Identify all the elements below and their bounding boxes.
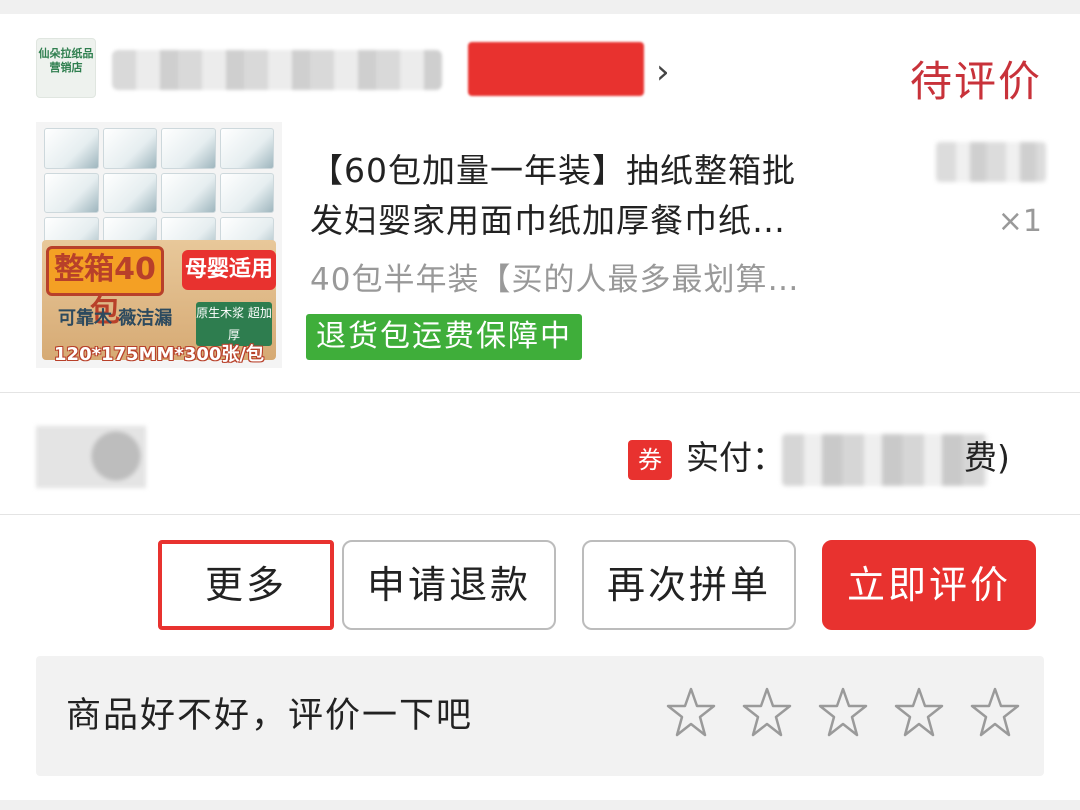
divider [0,392,1080,393]
shop-name-redacted[interactable] [112,50,442,90]
image-badge-main: 整箱40包 [46,246,164,329]
order-status: 待评价 [909,57,1042,106]
shop-tag-redacted [468,42,644,96]
product-image[interactable]: 整箱40包 母婴适用 可靠木 薇洁漏 原生木浆 超加厚 120*175MM*30… [36,122,282,368]
star-icon[interactable] [742,686,792,740]
unit-price-redacted [936,142,1046,182]
product-title[interactable]: 【60包加量一年装】抽纸整箱批 发妇婴家用面巾纸加厚餐巾纸… [310,146,900,246]
quantity: ×1 [997,204,1042,239]
paid-amount-redacted [782,434,988,486]
reorder-button[interactable]: 再次拼单 [582,540,796,630]
star-icon[interactable] [818,686,868,740]
rating-panel: 商品好不好，评价一下吧 [36,656,1044,776]
star-icon[interactable] [970,686,1020,740]
image-spec-text: 120*175MM*300张/包 [54,344,264,365]
coupon-icon: 券 [628,440,672,480]
product-title-line-2: 发妇婴家用面巾纸加厚餐巾纸… [310,201,786,240]
paid-suffix: 费) [964,438,1010,477]
star-icon[interactable] [666,686,716,740]
image-brand-text: 可靠木 薇洁漏 [58,308,173,329]
chevron-right-icon[interactable]: › [656,52,670,92]
product-title-line-1: 【60包加量一年装】抽纸整箱批 [310,151,796,190]
shop-logo[interactable]: 仙朵拉纸品营销店 [36,38,96,98]
image-badge-side: 母婴适用 [182,250,276,290]
star-icon[interactable] [894,686,944,740]
product-sku: 40包半年装【买的人最多最划算… [310,262,800,298]
review-now-button[interactable]: 立即评价 [822,540,1036,630]
rating-prompt: 商品好不好，评价一下吧 [66,696,474,736]
order-card: 仙朵拉纸品营销店 › 待评价 整箱40包 母婴适用 可靠木 薇洁漏 原生木浆 超… [0,14,1080,800]
star-rating[interactable] [666,686,1020,740]
more-button[interactable]: 更多 [158,540,334,630]
apply-refund-button[interactable]: 申请退款 [342,540,556,630]
group-avatars-redacted [36,426,146,488]
paid-label: 实付： [686,438,785,477]
divider [0,514,1080,515]
return-shipping-badge[interactable]: 退货包运费保障中 [306,314,582,360]
tissue-packs-illustration [44,128,274,258]
